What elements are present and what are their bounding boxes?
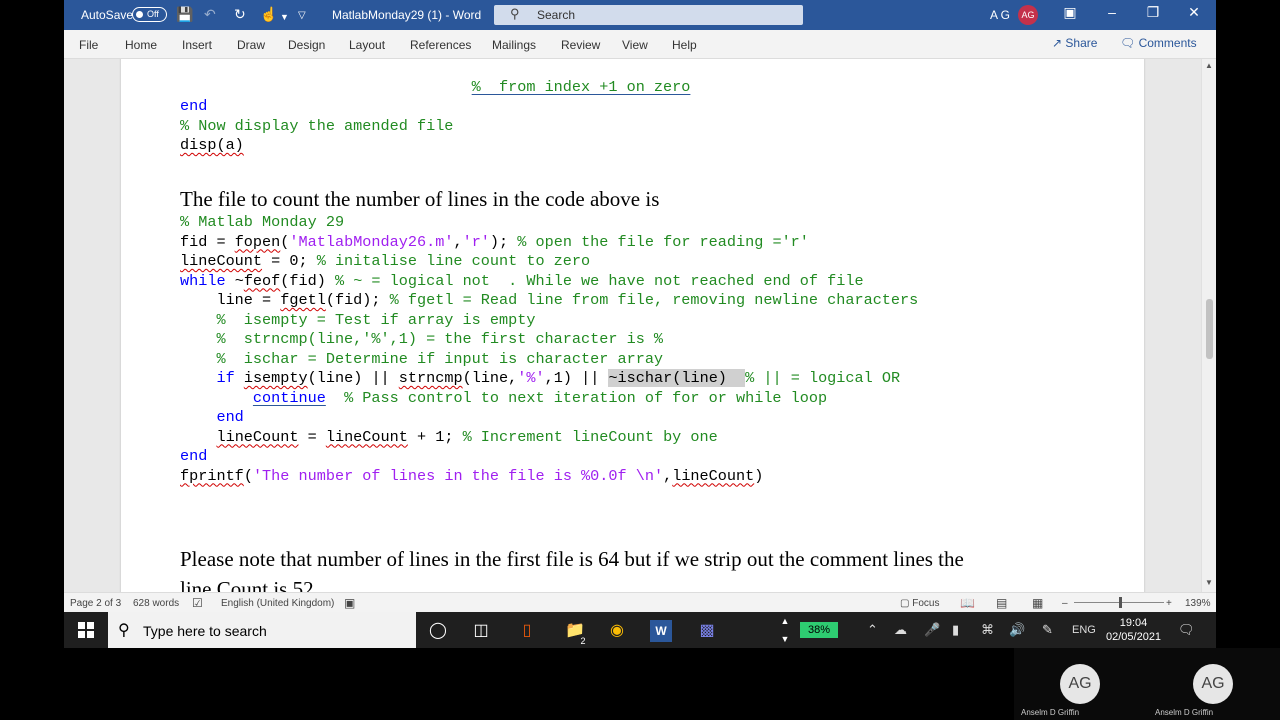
document-title: MatlabMonday29 (1) - Word xyxy=(332,8,482,22)
input-language[interactable]: ENG xyxy=(1072,624,1096,636)
close-icon[interactable]: ✕ xyxy=(1184,4,1204,21)
volume-icon[interactable]: 🔊 xyxy=(1009,622,1025,638)
code-block-main: % Matlab Monday 29 fid = fopen('MatlabMo… xyxy=(180,213,919,485)
web-layout-icon[interactable]: ▦ xyxy=(1032,596,1043,610)
windows-taskbar: ⚲ Type here to search ◯ ◫ ▯ 📁 2 ◉ W ▩ ▲ ▼… xyxy=(64,612,1216,648)
windows-start-icon[interactable] xyxy=(78,622,94,638)
avatar[interactable]: AG xyxy=(1018,5,1038,25)
minimize-icon[interactable]: – xyxy=(1102,4,1122,20)
word-icon[interactable]: W xyxy=(650,620,672,642)
chevron-down-icon[interactable]: ▼ xyxy=(280,9,289,25)
share-button[interactable]: ↗ Share xyxy=(1052,36,1111,54)
document-area[interactable]: % from index +1 on zero end % Now displa… xyxy=(64,59,1216,592)
participant-name: Anselm D Griffin xyxy=(1155,708,1214,717)
zoom-slider-thumb[interactable] xyxy=(1119,597,1122,608)
status-bar: Page 2 of 3 628 words ☑ English (United … xyxy=(64,592,1216,612)
autosave-label: AutoSave xyxy=(81,8,134,22)
task-view-icon[interactable]: ◫ xyxy=(470,620,492,642)
meeting-participants: AG Anselm D Griffin AG Anselm D Griffin xyxy=(1014,648,1280,720)
battery-icon[interactable]: ▮ xyxy=(952,622,959,638)
selected-text: ~ischar(line) xyxy=(608,369,746,387)
comment-icon: 🗨 xyxy=(1120,36,1136,50)
tab-view[interactable]: View xyxy=(622,38,648,52)
code-block-top: % from index +1 on zero end % Now displa… xyxy=(180,59,690,156)
heading-text: The file to count the number of lines in… xyxy=(180,187,660,211)
search-icon: ⚲ xyxy=(510,6,520,21)
zoom-out-icon[interactable]: – xyxy=(1062,598,1068,609)
scroll-thumb[interactable] xyxy=(1206,299,1213,359)
teams-icon[interactable]: ▩ xyxy=(696,620,718,642)
microphone-icon[interactable]: 🎤 xyxy=(924,622,940,638)
scroll-down-icon[interactable]: ▼ xyxy=(1205,578,1213,587)
proofing-icon[interactable]: ☑ xyxy=(192,596,203,610)
system-clock[interactable]: 19:04 02/05/2021 xyxy=(1106,616,1161,644)
search-icon: ⚲ xyxy=(118,622,130,639)
tab-home[interactable]: Home xyxy=(125,38,157,52)
ribbon-display-icon[interactable]: ▣ xyxy=(1060,4,1080,21)
zoom-level[interactable]: 139% xyxy=(1185,598,1211,609)
participant-name: Anselm D Griffin xyxy=(1021,708,1080,717)
code-line: % from index +1 on zero xyxy=(471,77,691,96)
focus-button[interactable]: ▢ Focus xyxy=(900,598,939,609)
pen-icon[interactable]: ✎ xyxy=(1042,622,1053,638)
ribbon-tabs: File Home Insert Draw Design Layout Refe… xyxy=(64,30,1216,59)
autosave-toggle[interactable]: Off xyxy=(132,7,167,22)
search-placeholder: Search xyxy=(537,8,576,22)
print-layout-icon[interactable]: ▤ xyxy=(996,596,1007,610)
document-page[interactable]: % from index +1 on zero end % Now displa… xyxy=(121,59,1144,592)
customize-toolbar-icon[interactable]: ▽ xyxy=(298,8,306,24)
tab-file[interactable]: File xyxy=(79,38,98,52)
cortana-icon[interactable]: ◯ xyxy=(427,620,449,642)
user-initials: A G xyxy=(990,8,1011,22)
page-count[interactable]: Page 2 of 3 xyxy=(70,598,121,609)
tab-draw[interactable]: Draw xyxy=(237,38,265,52)
file-explorer-badge: 2 xyxy=(580,636,586,646)
taskbar-search-placeholder: Type here to search xyxy=(143,623,267,639)
taskbar-search[interactable]: ⚲ Type here to search xyxy=(108,612,416,648)
accessibility-icon[interactable]: ▣ xyxy=(344,596,355,610)
tab-help[interactable]: Help xyxy=(672,38,697,52)
redo-icon[interactable]: ↻ xyxy=(234,6,246,22)
zoom-in-icon[interactable]: + xyxy=(1166,598,1172,609)
participant-avatar[interactable]: AG xyxy=(1193,664,1233,704)
touch-mode-icon[interactable]: ☝ xyxy=(260,6,277,22)
language[interactable]: English (United Kingdom) xyxy=(221,598,334,609)
code-line: disp(a) xyxy=(180,136,244,154)
read-mode-icon[interactable]: 📖 xyxy=(960,596,975,610)
focus-icon: ▢ xyxy=(900,598,910,609)
note-text: Please note that number of lines in the … xyxy=(180,547,964,571)
notifications-icon[interactable]: 🗨 xyxy=(1178,622,1195,638)
title-bar: AutoSave Off 💾 ↶ ↻ ☝ ▼ ▽ MatlabMonday29 … xyxy=(64,0,1216,30)
note-text-cut: line Count is 52 xyxy=(180,577,314,592)
vertical-scrollbar[interactable]: ▲ ▼ xyxy=(1201,59,1216,592)
share-icon: ↗ xyxy=(1052,36,1063,50)
word-count[interactable]: 628 words xyxy=(133,598,179,609)
undo-icon[interactable]: ↶ xyxy=(204,6,216,22)
comments-button[interactable]: 🗨 Comments xyxy=(1120,36,1210,54)
chevron-up-icon[interactable]: ▲ ▼ xyxy=(774,612,796,644)
scroll-up-icon[interactable]: ▲ xyxy=(1205,61,1213,70)
office-icon[interactable]: ▯ xyxy=(516,620,538,642)
word-window: AutoSave Off 💾 ↶ ↻ ☝ ▼ ▽ MatlabMonday29 … xyxy=(64,0,1216,648)
tab-design[interactable]: Design xyxy=(288,38,325,52)
tab-layout[interactable]: Layout xyxy=(349,38,385,52)
save-icon[interactable]: 💾 xyxy=(176,6,193,22)
battery-indicator[interactable]: 38% xyxy=(800,622,838,638)
code-line: % Now display the amended file xyxy=(180,116,454,135)
onedrive-icon[interactable]: ☁ xyxy=(894,622,907,638)
tab-insert[interactable]: Insert xyxy=(182,38,212,52)
code-line: end xyxy=(180,97,208,115)
tab-mailings[interactable]: Mailings xyxy=(492,38,536,52)
tab-references[interactable]: References xyxy=(410,38,471,52)
chrome-icon[interactable]: ◉ xyxy=(606,620,628,642)
tab-review[interactable]: Review xyxy=(561,38,600,52)
wifi-icon[interactable]: ⌘ xyxy=(981,622,994,638)
restore-icon[interactable]: ❐ xyxy=(1143,4,1163,21)
search-box[interactable]: ⚲ Search xyxy=(494,5,803,25)
chevron-up-icon[interactable]: ⌃ xyxy=(867,622,878,638)
participant-avatar[interactable]: AG xyxy=(1060,664,1100,704)
